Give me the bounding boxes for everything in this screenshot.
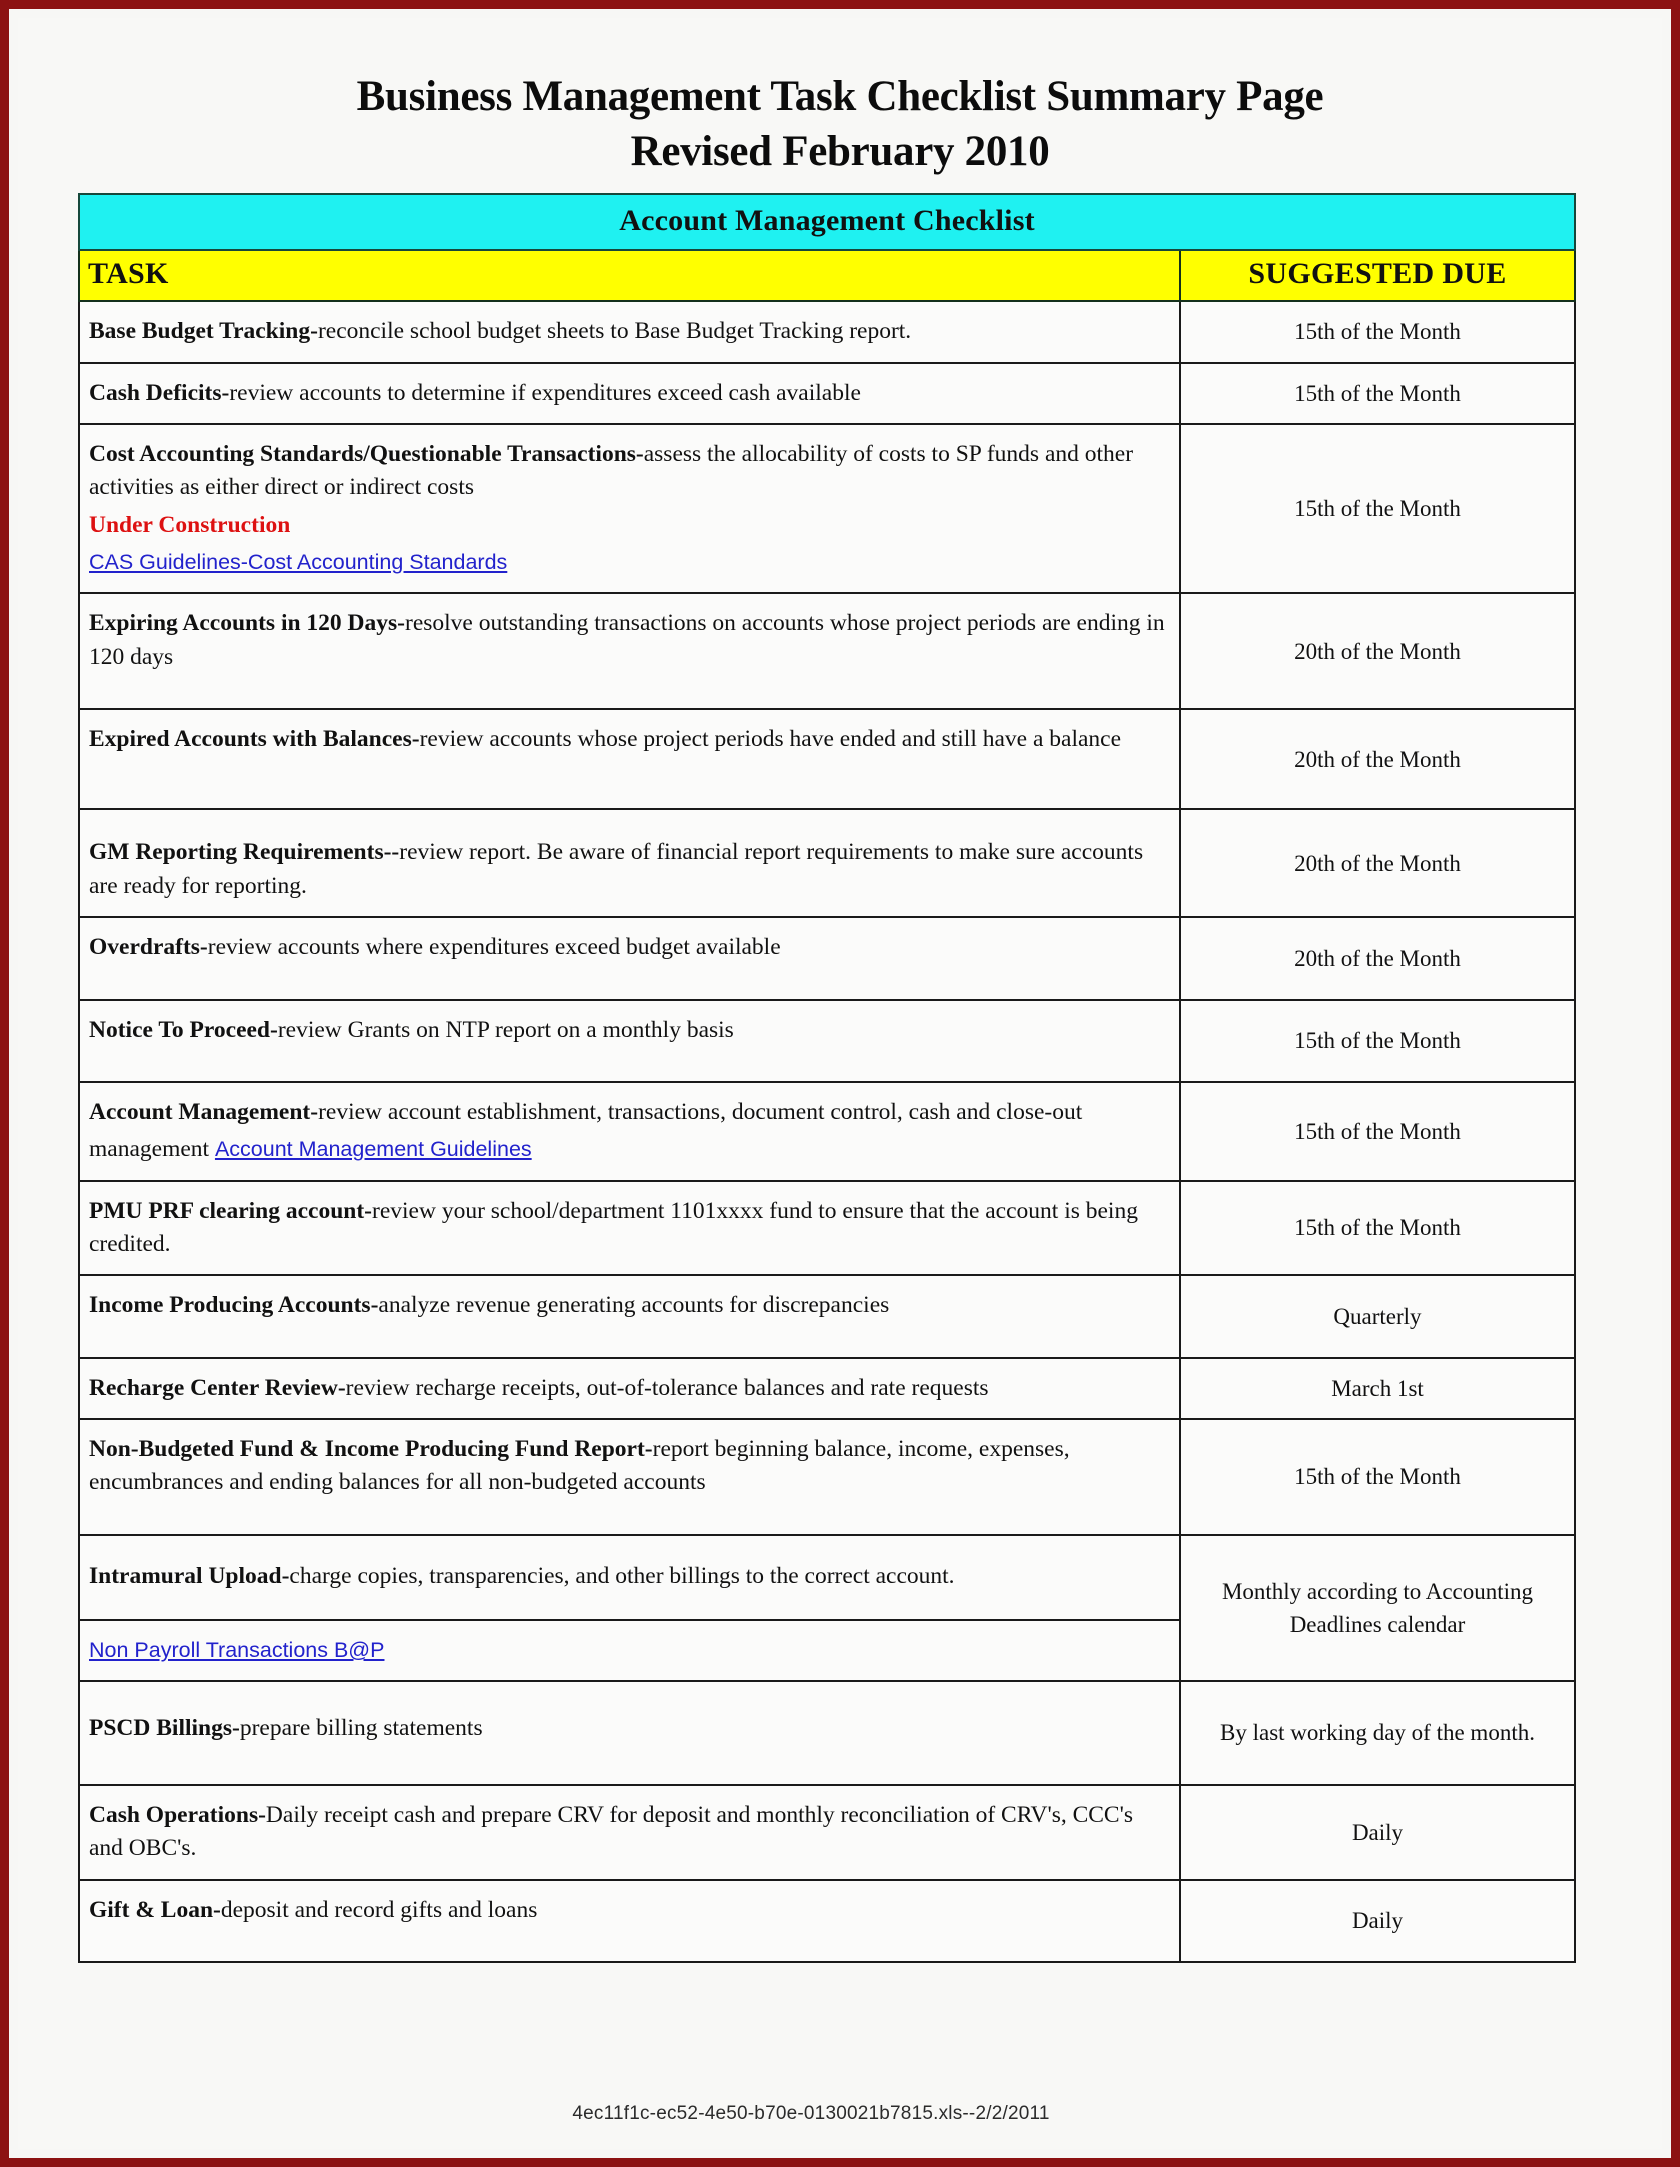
task-desc: review Grants on NTP report on a monthly… <box>277 1016 734 1043</box>
document-sheet: Business Management Task Checklist Summa… <box>18 18 1662 2149</box>
due-cell: 20th of the Month <box>1179 916 1576 1001</box>
due-cell: 20th of the Month <box>1179 808 1576 919</box>
task-cell: Cash Deficits-review accounts to determi… <box>78 361 1181 425</box>
task-term: Notice To Proceed- <box>89 1016 278 1043</box>
table-row: Recharge Center Review-review recharge r… <box>78 1356 1576 1421</box>
account-management-guidelines-link[interactable]: Account Management Guidelines <box>215 1134 532 1165</box>
due-cell: Quarterly <box>1179 1274 1576 1359</box>
task-desc: charge copies, transparencies, and other… <box>289 1562 955 1589</box>
task-term: Gift & Loan- <box>89 1896 221 1923</box>
page-footer: 4ec11f1c-ec52-4e50-b70e-0130021b7815.xls… <box>18 2103 1662 2125</box>
footer-filename: 4ec11f1c-ec52-4e50-b70e-0130021b7815.xls… <box>572 2103 1050 2124</box>
column-header-suggested-due: SUGGESTED DUE <box>1179 249 1576 303</box>
task-cell: Non Payroll Transactions B@P <box>78 1619 1181 1683</box>
section-title: Account Management Checklist <box>78 193 1576 252</box>
task-cell: Notice To Proceed-review Grants on NTP r… <box>78 998 1181 1083</box>
due-cell: 15th of the Month <box>1179 300 1576 364</box>
due-cell: 15th of the Month <box>1179 1080 1576 1182</box>
due-cell: March 1st <box>1179 1356 1576 1421</box>
task-cell: Gift & Loan-deposit and record gifts and… <box>78 1878 1181 1963</box>
task-desc: review recharge receipts, out-of-toleran… <box>345 1374 989 1401</box>
task-desc: review accounts where expenditures excee… <box>207 934 781 961</box>
task-term: Expiring Accounts in 120 Days- <box>89 610 405 637</box>
checklist-table-wrapper: Account Management Checklist TASK SUGGES… <box>78 193 1602 1963</box>
task-cell: Base Budget Tracking-reconcile school bu… <box>78 300 1181 364</box>
task-cell: Intramural Upload-charge copies, transpa… <box>78 1533 1181 1621</box>
task-cell: Recharge Center Review-review recharge r… <box>78 1356 1181 1421</box>
table-row: Account Management-review account establ… <box>78 1080 1576 1182</box>
due-cell: 15th of the Month <box>1179 1179 1576 1277</box>
non-payroll-transactions-link[interactable]: Non Payroll Transactions B@P <box>89 1635 384 1666</box>
table-row: Income Producing Accounts-analyze revenu… <box>78 1274 1576 1359</box>
due-cell: Daily <box>1179 1878 1576 1963</box>
due-cell: Monthly according to Accounting Deadline… <box>1179 1533 1576 1683</box>
task-desc: review accounts to determine if expendit… <box>229 379 861 406</box>
title-line-2: Revised February 2010 <box>630 127 1050 175</box>
title-line-1: Business Management Task Checklist Summa… <box>356 73 1324 120</box>
task-term: Cash Operations- <box>89 1801 266 1828</box>
task-term: Income Producing Accounts- <box>89 1292 379 1319</box>
task-term: Overdrafts- <box>89 934 208 961</box>
task-cell: Cash Operations-Daily receipt cash and p… <box>78 1783 1181 1881</box>
task-term: Intramural Upload- <box>89 1562 290 1589</box>
task-desc: prepare billing statements <box>239 1715 483 1742</box>
under-construction-note: Under Construction <box>89 511 291 538</box>
task-desc: analyze revenue generating accounts for … <box>378 1292 890 1319</box>
task-term: Cash Deficits- <box>89 379 230 406</box>
task-desc: review accounts whose project periods ha… <box>419 726 1122 753</box>
due-cell: 15th of the Month <box>1179 1418 1576 1536</box>
account-management-checklist-table: Account Management Checklist TASK SUGGES… <box>78 193 1576 1963</box>
table-section-banner: Account Management Checklist <box>78 193 1576 252</box>
due-cell: 20th of the Month <box>1179 592 1576 711</box>
task-term: PSCD Billings- <box>89 1715 240 1742</box>
table-row: Cash Deficits-review accounts to determi… <box>78 361 1576 425</box>
due-cell: 20th of the Month <box>1179 708 1576 811</box>
task-cell: Expired Accounts with Balances-review ac… <box>78 708 1181 811</box>
task-cell: Expiring Accounts in 120 Days-resolve ou… <box>78 592 1181 711</box>
task-term: GM Reporting Requirements-- <box>89 839 400 866</box>
task-cell: Account Management-review account establ… <box>78 1080 1181 1182</box>
table-column-header-row: TASK SUGGESTED DUE <box>78 249 1576 303</box>
due-cell: 15th of the Month <box>1179 361 1576 425</box>
task-cell: Overdrafts-review accounts where expendi… <box>78 916 1181 1001</box>
table-row: Cost Accounting Standards/Questionable T… <box>78 422 1576 595</box>
due-cell: Daily <box>1179 1783 1576 1881</box>
task-term: Base Budget Tracking- <box>89 318 318 345</box>
table-row: Cash Operations-Daily receipt cash and p… <box>78 1783 1576 1881</box>
table-row: Gift & Loan-deposit and record gifts and… <box>78 1878 1576 1963</box>
task-cell: Income Producing Accounts-analyze revenu… <box>78 1274 1181 1359</box>
cas-guidelines-link[interactable]: CAS Guidelines-Cost Accounting Standards <box>89 547 507 578</box>
table-row: PMU PRF clearing account-review your sch… <box>78 1179 1576 1277</box>
table-row: Non-Budgeted Fund & Income Producing Fun… <box>78 1418 1576 1536</box>
column-header-task: TASK <box>78 249 1181 303</box>
table-row: Expired Accounts with Balances-review ac… <box>78 708 1576 811</box>
scanned-page: Business Management Task Checklist Summa… <box>0 0 1680 2167</box>
task-term: Account Management- <box>89 1098 319 1125</box>
due-cell: 15th of the Month <box>1179 998 1576 1083</box>
task-cell: PSCD Billings-prepare billing statements <box>78 1680 1181 1786</box>
due-cell: By last working day of the month. <box>1179 1680 1576 1786</box>
task-cell: PMU PRF clearing account-review your sch… <box>78 1179 1181 1277</box>
task-term: Non-Budgeted Fund & Income Producing Fun… <box>89 1436 653 1463</box>
page-title: Business Management Task Checklist Summa… <box>78 46 1602 179</box>
task-cell: Cost Accounting Standards/Questionable T… <box>78 422 1181 595</box>
due-cell: 15th of the Month <box>1179 422 1576 595</box>
task-cell: Non-Budgeted Fund & Income Producing Fun… <box>78 1418 1181 1536</box>
task-cell: GM Reporting Requirements--review report… <box>78 808 1181 919</box>
table-row: GM Reporting Requirements--review report… <box>78 808 1576 919</box>
task-desc: deposit and record gifts and loans <box>220 1896 538 1923</box>
table-row: Base Budget Tracking-reconcile school bu… <box>78 300 1576 364</box>
task-desc: reconcile school budget sheets to Base B… <box>317 318 912 345</box>
table-row: Expiring Accounts in 120 Days-resolve ou… <box>78 592 1576 711</box>
table-row: Notice To Proceed-review Grants on NTP r… <box>78 998 1576 1083</box>
table-row: Overdrafts-review accounts where expendi… <box>78 916 1576 1001</box>
task-term: Cost Accounting Standards/Questionable T… <box>89 440 644 467</box>
table-row: PSCD Billings-prepare billing statements… <box>78 1680 1576 1786</box>
task-term: Recharge Center Review- <box>89 1374 346 1401</box>
task-term: PMU PRF clearing account- <box>89 1197 373 1224</box>
task-term: Expired Accounts with Balances- <box>89 726 420 753</box>
table-row: Intramural Upload-charge copies, transpa… <box>78 1533 1576 1683</box>
